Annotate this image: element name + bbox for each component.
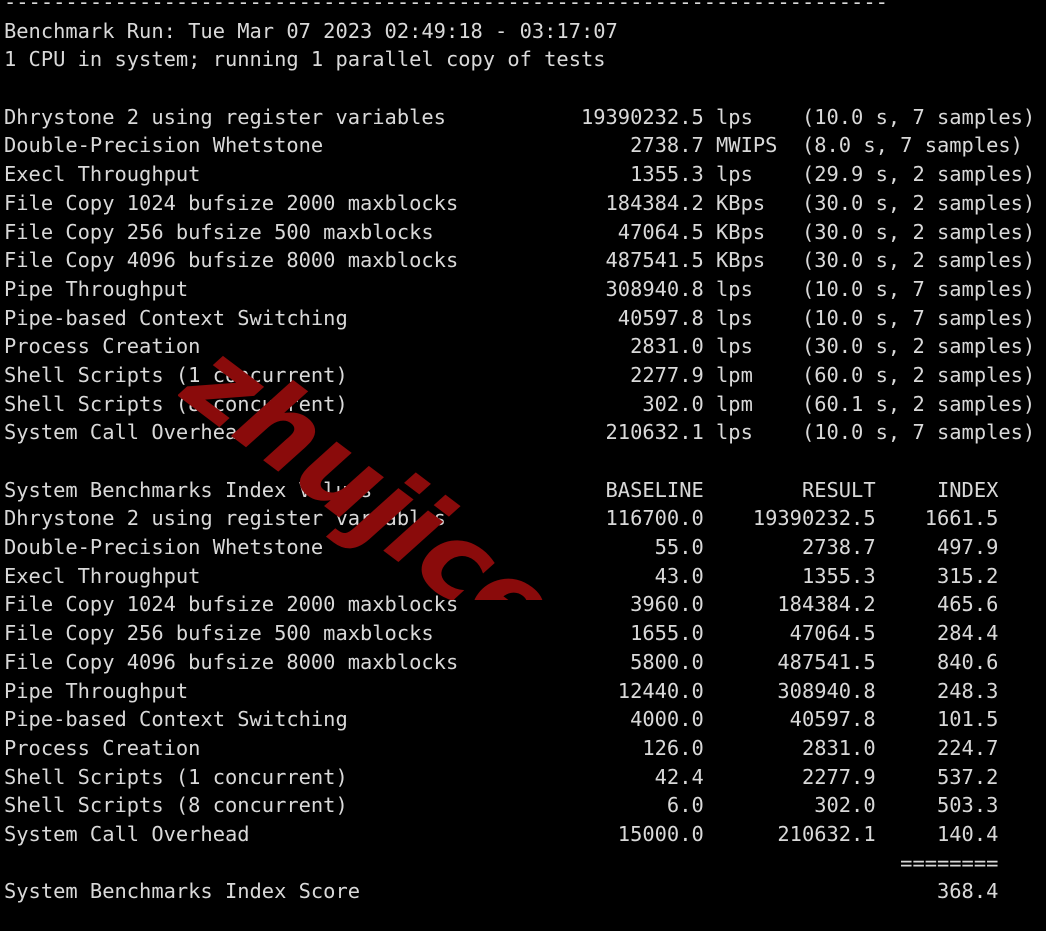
index-table-row: Double-Precision Whetstone 55.0 2738.7 4… (4, 535, 999, 560)
index-table-row: Execl Throughput 43.0 1355.3 315.2 (4, 563, 999, 588)
raw-result-row: Shell Scripts (8 concurrent) 302.0 lpm (… (4, 391, 1036, 416)
raw-result-row: Double-Precision Whetstone 2738.7 MWIPS … (4, 133, 1023, 158)
raw-result-row: Pipe-based Context Switching 40597.8 lps… (4, 305, 1036, 330)
index-separator: ======== (4, 850, 999, 875)
raw-result-row: Execl Throughput 1355.3 lps (29.9 s, 2 s… (4, 162, 1036, 187)
index-table-row: Shell Scripts (8 concurrent) 6.0 302.0 5… (4, 793, 999, 818)
index-table-row: System Call Overhead 15000.0 210632.1 14… (4, 821, 999, 846)
benchmark-run-line: Benchmark Run: Tue Mar 07 2023 02:49:18 … (4, 18, 618, 43)
raw-result-row: File Copy 4096 bufsize 8000 maxblocks 48… (4, 248, 1036, 273)
raw-result-row: Shell Scripts (1 concurrent) 2277.9 lpm … (4, 362, 1036, 387)
index-table-row: Process Creation 126.0 2831.0 224.7 (4, 735, 999, 760)
cpu-info-line: 1 CPU in system; running 1 parallel copy… (4, 47, 606, 72)
raw-result-row: Pipe Throughput 308940.8 lps (10.0 s, 7 … (4, 276, 1036, 301)
index-table-row: Pipe Throughput 12440.0 308940.8 248.3 (4, 678, 999, 703)
raw-result-row: Dhrystone 2 using register variables 193… (4, 104, 1036, 129)
index-score-line: System Benchmarks Index Score 368.4 (4, 879, 999, 904)
raw-result-row: System Call Overhead 210632.1 lps (10.0 … (4, 420, 1036, 445)
index-table-row: Dhrystone 2 using register variables 116… (4, 506, 999, 531)
index-table-row: File Copy 256 bufsize 500 maxblocks 1655… (4, 621, 999, 646)
terminal-output: ----------------------------------------… (0, 0, 1046, 931)
index-table-row: File Copy 4096 bufsize 8000 maxblocks 58… (4, 649, 999, 674)
raw-result-row: File Copy 256 bufsize 500 maxblocks 4706… (4, 219, 1036, 244)
index-table-row: Shell Scripts (1 concurrent) 42.4 2277.9… (4, 764, 999, 789)
index-table-row: File Copy 1024 bufsize 2000 maxblocks 39… (4, 592, 999, 617)
raw-result-row: Process Creation 2831.0 lps (30.0 s, 2 s… (4, 334, 1036, 359)
separator-rule: ----------------------------------------… (4, 0, 888, 14)
index-table-row: Pipe-based Context Switching 4000.0 4059… (4, 707, 999, 732)
raw-result-row: File Copy 1024 bufsize 2000 maxblocks 18… (4, 190, 1036, 215)
index-table-header: System Benchmarks Index Values BASELINE … (4, 477, 999, 502)
